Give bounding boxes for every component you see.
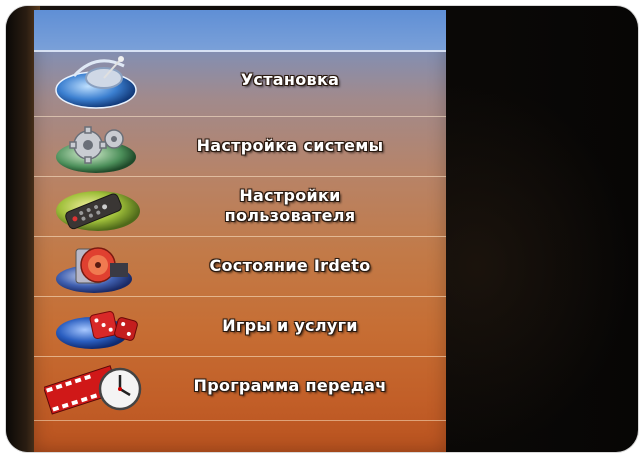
menu-item-system-settings[interactable]: Настройка системы <box>34 116 446 174</box>
menu-item-irdeto-status[interactable]: Состояние Irdeto <box>34 236 446 294</box>
main-menu-panel: Установка Настройка системы Настройки по… <box>34 10 446 452</box>
menu-item-label: Установка <box>240 70 340 89</box>
dice-icon <box>44 299 156 355</box>
gears-icon <box>44 119 156 175</box>
menu-item-label: Настройка системы <box>196 135 384 155</box>
remote-control-icon <box>44 179 156 235</box>
menu-item-user-settings[interactable]: Настройки пользователя <box>34 176 446 234</box>
satellite-globe-icon <box>44 54 156 110</box>
smartcard-disc-icon <box>44 239 156 295</box>
menu-item-label: Игры и услуги <box>222 315 358 335</box>
menu-item-label: Состояние Irdeto <box>209 255 371 275</box>
menu-item-program-guide[interactable]: Программа передач <box>34 356 446 415</box>
menu-item-installation[interactable]: Установка <box>34 50 446 110</box>
menu-item-label-line2: пользователя <box>224 205 356 225</box>
menu-item-label-line1: Настройки <box>239 185 341 205</box>
menu-item-games-services[interactable]: Игры и услуги <box>34 296 446 354</box>
menu-item-label: Программа передач <box>193 375 387 395</box>
tv-photo-frame: Установка Настройка системы Настройки по… <box>6 6 638 452</box>
menu-divider <box>34 420 446 421</box>
menu-item-label: Настройки пользователя <box>144 177 436 234</box>
clock-filmstrip-icon <box>44 359 156 415</box>
menu-header-bar <box>34 10 446 50</box>
